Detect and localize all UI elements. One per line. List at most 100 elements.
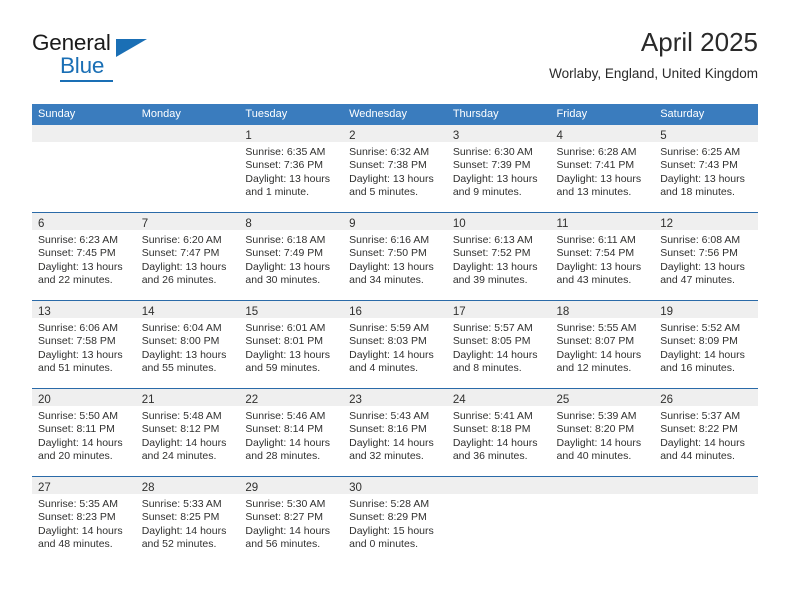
daylight-line-1: Daylight: 13 hours: [556, 260, 642, 273]
day-cell[interactable]: 28 Sunrise: 5:33 AM Sunset: 8:25 PM Dayl…: [135, 476, 240, 564]
day-cell[interactable]: 9 Sunrise: 6:16 AM Sunset: 7:50 PM Dayli…: [343, 212, 447, 301]
day-number-band: 20: [32, 389, 136, 406]
day-cell[interactable]: 15 Sunrise: 6:01 AM Sunset: 8:01 PM Dayl…: [239, 300, 344, 389]
day-cell[interactable]: 3 Sunrise: 6:30 AM Sunset: 7:39 PM Dayli…: [446, 125, 551, 213]
day-cell[interactable]: 8 Sunrise: 6:18 AM Sunset: 7:49 PM Dayli…: [239, 212, 344, 301]
sunrise-line: Sunrise: 5:33 AM: [141, 498, 222, 510]
sunset-line: Sunset: 7:38 PM: [349, 159, 427, 172]
page-subtitle: Worlaby, England, United Kingdom: [549, 66, 758, 81]
day-details: Sunrise: 6:04 AM Sunset: 8:00 PM Dayligh…: [136, 318, 240, 375]
general-blue-logo: General Blue: [32, 30, 162, 86]
day-details: Sunrise: 5:48 AM Sunset: 8:12 PM Dayligh…: [136, 406, 240, 463]
day-cell[interactable]: 5 Sunrise: 6:25 AM Sunset: 7:43 PM Dayli…: [654, 125, 758, 213]
calendar-week-row: 1 Sunrise: 6:35 AM Sunset: 7:36 PM Dayli…: [32, 125, 758, 213]
day-cell[interactable]: 26 Sunrise: 5:37 AM Sunset: 8:22 PM Dayl…: [654, 388, 758, 477]
day-details: Sunrise: 5:37 AM Sunset: 8:22 PM Dayligh…: [654, 406, 758, 463]
daylight-line-2: and 59 minutes.: [245, 361, 321, 374]
day-cell[interactable]: 13 Sunrise: 6:06 AM Sunset: 7:58 PM Dayl…: [32, 300, 136, 389]
calendar-week-row: 27 Sunrise: 5:35 AM Sunset: 8:23 PM Dayl…: [32, 476, 758, 564]
daylight-line-2: and 5 minutes.: [349, 185, 418, 198]
calendar-week-row: 20 Sunrise: 5:50 AM Sunset: 8:11 PM Dayl…: [32, 388, 758, 477]
calendar-page: General Blue April 2025 Worlaby, England…: [0, 0, 792, 612]
sunset-line: Sunset: 8:01 PM: [245, 335, 324, 348]
day-cell[interactable]: 17 Sunrise: 5:57 AM Sunset: 8:05 PM Dayl…: [446, 300, 551, 389]
daylight-line-1: Daylight: 14 hours: [38, 436, 123, 449]
day-number-band: 28: [135, 477, 240, 494]
day-cell[interactable]: 30 Sunrise: 5:28 AM Sunset: 8:29 PM Dayl…: [343, 476, 447, 564]
sunrise-line: Sunrise: 6:16 AM: [349, 234, 430, 246]
sunset-line: Sunset: 7:49 PM: [245, 247, 324, 260]
day-cell[interactable]: 24 Sunrise: 5:41 AM Sunset: 8:18 PM Dayl…: [446, 388, 551, 477]
sunrise-line: Sunrise: 5:30 AM: [245, 498, 326, 510]
day-number-band: 8: [239, 213, 344, 230]
daylight-line-2: and 22 minutes.: [38, 273, 113, 286]
weekday-header-wednesday: Wednesday: [343, 104, 447, 125]
day-cell[interactable]: 21 Sunrise: 5:48 AM Sunset: 8:12 PM Dayl…: [135, 388, 240, 477]
day-cell-empty: [550, 476, 655, 564]
day-number: 26: [660, 394, 674, 406]
day-cell[interactable]: 29 Sunrise: 5:30 AM Sunset: 8:27 PM Dayl…: [239, 476, 344, 564]
day-details: Sunrise: 5:28 AM Sunset: 8:29 PM Dayligh…: [343, 494, 447, 551]
day-cell[interactable]: 18 Sunrise: 5:55 AM Sunset: 8:07 PM Dayl…: [550, 300, 655, 389]
sunrise-line: Sunrise: 5:41 AM: [452, 410, 533, 422]
day-number-band: 6: [32, 213, 136, 230]
day-number: 2: [349, 130, 356, 142]
daylight-line-1: Daylight: 15 hours: [349, 524, 434, 537]
day-details: [447, 494, 551, 498]
day-details: Sunrise: 6:30 AM Sunset: 7:39 PM Dayligh…: [447, 142, 551, 199]
day-cell[interactable]: 4 Sunrise: 6:28 AM Sunset: 7:41 PM Dayli…: [550, 125, 655, 213]
sunset-line: Sunset: 7:56 PM: [660, 247, 738, 260]
daylight-line-1: Daylight: 14 hours: [38, 524, 123, 537]
day-cell[interactable]: 22 Sunrise: 5:46 AM Sunset: 8:14 PM Dayl…: [239, 388, 344, 477]
day-details: Sunrise: 6:18 AM Sunset: 7:49 PM Dayligh…: [239, 230, 343, 287]
day-cell-empty: [32, 125, 136, 213]
daylight-line-2: and 39 minutes.: [452, 273, 528, 286]
daylight-line-2: and 13 minutes.: [556, 185, 632, 198]
sunset-line: Sunset: 8:00 PM: [141, 335, 220, 348]
calendar-week-row: 13 Sunrise: 6:06 AM Sunset: 7:58 PM Dayl…: [32, 300, 758, 389]
daylight-line-2: and 28 minutes.: [245, 449, 321, 462]
day-cell[interactable]: 10 Sunrise: 6:13 AM Sunset: 7:52 PM Dayl…: [446, 212, 551, 301]
day-number: 28: [141, 482, 155, 494]
day-cell[interactable]: 1 Sunrise: 6:35 AM Sunset: 7:36 PM Dayli…: [239, 125, 344, 213]
daylight-line-1: Daylight: 13 hours: [349, 172, 434, 185]
daylight-line-2: and 51 minutes.: [38, 361, 113, 374]
day-number-band: 21: [135, 389, 240, 406]
day-number-band: [135, 125, 240, 142]
sunrise-line: Sunrise: 6:25 AM: [660, 146, 741, 158]
daylight-line-1: Daylight: 14 hours: [556, 436, 642, 449]
sunrise-line: Sunrise: 6:18 AM: [245, 234, 326, 246]
day-cell[interactable]: 2 Sunrise: 6:32 AM Sunset: 7:38 PM Dayli…: [343, 125, 447, 213]
daylight-line-2: and 44 minutes.: [660, 449, 735, 462]
day-cell[interactable]: 7 Sunrise: 6:20 AM Sunset: 7:47 PM Dayli…: [135, 212, 240, 301]
day-number: 1: [245, 130, 252, 142]
day-details: Sunrise: 6:11 AM Sunset: 7:54 PM Dayligh…: [551, 230, 655, 287]
sunrise-line: Sunrise: 5:37 AM: [660, 410, 741, 422]
day-cell[interactable]: 25 Sunrise: 5:39 AM Sunset: 8:20 PM Dayl…: [550, 388, 655, 477]
day-cell[interactable]: 27 Sunrise: 5:35 AM Sunset: 8:23 PM Dayl…: [32, 476, 136, 564]
sunset-line: Sunset: 7:43 PM: [660, 159, 738, 172]
day-details: [136, 142, 240, 146]
day-number-band: 13: [32, 301, 136, 318]
day-cell[interactable]: 11 Sunrise: 6:11 AM Sunset: 7:54 PM Dayl…: [550, 212, 655, 301]
day-details: Sunrise: 6:32 AM Sunset: 7:38 PM Dayligh…: [343, 142, 447, 199]
day-number-band: 5: [654, 125, 758, 142]
daylight-line-2: and 52 minutes.: [141, 537, 217, 550]
daylight-line-1: Daylight: 14 hours: [349, 348, 434, 361]
day-cell[interactable]: 23 Sunrise: 5:43 AM Sunset: 8:16 PM Dayl…: [343, 388, 447, 477]
day-number-band: [32, 125, 136, 142]
day-cell[interactable]: 12 Sunrise: 6:08 AM Sunset: 7:56 PM Dayl…: [654, 212, 758, 301]
sunrise-line: Sunrise: 6:08 AM: [660, 234, 741, 246]
day-cell[interactable]: 16 Sunrise: 5:59 AM Sunset: 8:03 PM Dayl…: [343, 300, 447, 389]
day-number: 29: [245, 482, 259, 494]
day-number-band: 24: [446, 389, 551, 406]
day-details: [654, 494, 758, 498]
day-cell[interactable]: 19 Sunrise: 5:52 AM Sunset: 8:09 PM Dayl…: [654, 300, 758, 389]
day-number: 4: [556, 130, 563, 142]
day-cell[interactable]: 6 Sunrise: 6:23 AM Sunset: 7:45 PM Dayli…: [32, 212, 136, 301]
day-details: Sunrise: 6:35 AM Sunset: 7:36 PM Dayligh…: [239, 142, 343, 199]
day-cell[interactable]: 20 Sunrise: 5:50 AM Sunset: 8:11 PM Dayl…: [32, 388, 136, 477]
weekday-header-sunday: Sunday: [32, 104, 136, 125]
day-cell[interactable]: 14 Sunrise: 6:04 AM Sunset: 8:00 PM Dayl…: [135, 300, 240, 389]
day-details: Sunrise: 5:46 AM Sunset: 8:14 PM Dayligh…: [239, 406, 343, 463]
